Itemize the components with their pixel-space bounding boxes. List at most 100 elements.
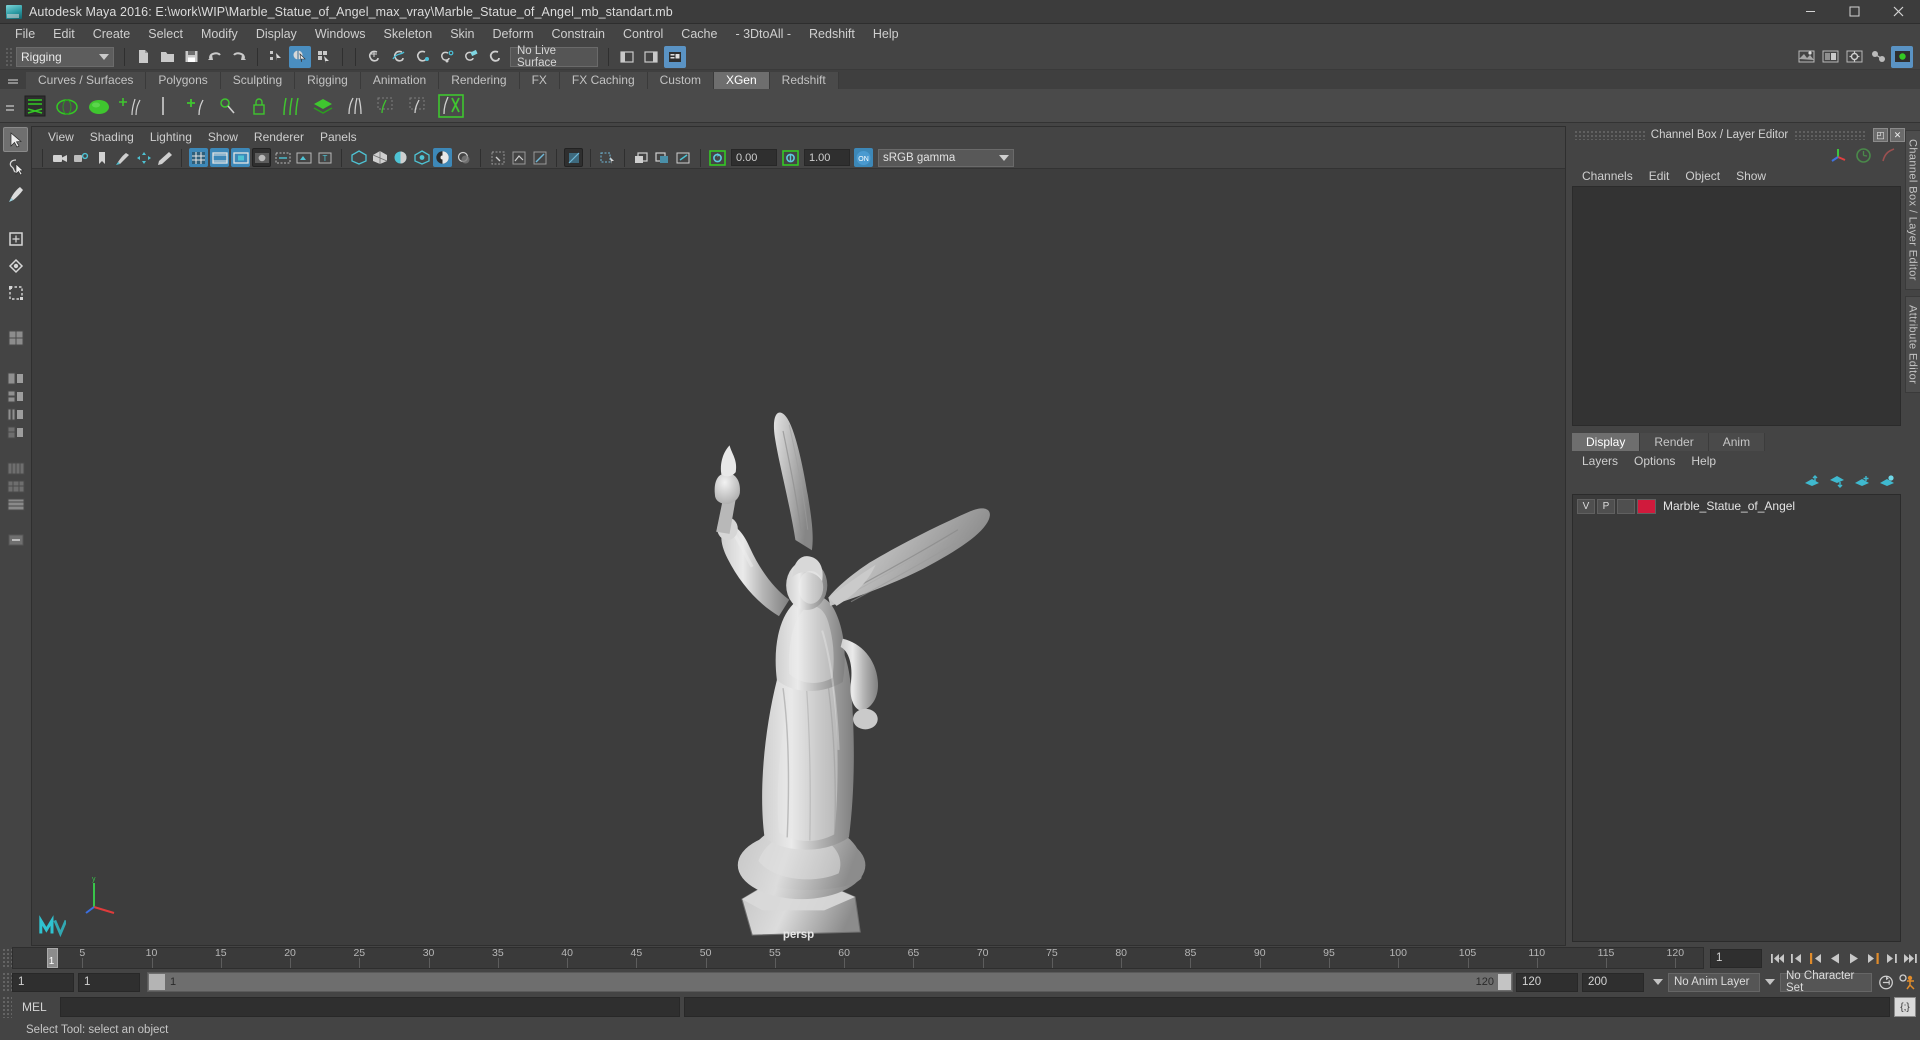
xgen-grooming-icon[interactable] — [276, 91, 306, 121]
grid-toggle-icon[interactable] — [189, 148, 208, 167]
shelf-tab-polygons[interactable]: Polygons — [146, 72, 221, 89]
shelf-tab-sculpting[interactable]: Sculpting — [220, 72, 296, 89]
time-slider-cursor[interactable]: 1 — [46, 948, 58, 968]
menu-item-deform[interactable]: Deform — [484, 24, 543, 44]
menu-item-edit[interactable]: Edit — [44, 24, 84, 44]
render-current-frame-icon[interactable] — [1795, 46, 1817, 68]
color-management-toggle[interactable]: ON — [854, 148, 873, 167]
go-to-start-icon[interactable] — [1769, 948, 1786, 968]
xgen-add-guide-icon[interactable] — [180, 91, 210, 121]
menu-item-skeleton[interactable]: Skeleton — [375, 24, 442, 44]
table-row[interactable]: V P Marble_Statue_of_Angel — [1573, 497, 1900, 515]
toolbox-collapse-button[interactable] — [5, 532, 27, 548]
menuset-selector[interactable]: Rigging — [16, 46, 114, 67]
render-settings-icon[interactable] — [1843, 46, 1865, 68]
play-forwards-icon[interactable] — [1845, 948, 1862, 968]
channel-box-menu-show[interactable]: Show — [1728, 166, 1774, 186]
gamma-field[interactable]: 1.00 — [804, 149, 850, 166]
textured-icon[interactable] — [412, 148, 431, 167]
statusline-grip[interactable] — [4, 45, 13, 68]
command-language-label[interactable]: MEL — [12, 1000, 60, 1014]
gate-mask-icon[interactable] — [252, 148, 271, 167]
time-slider-grip[interactable] — [2, 948, 12, 968]
scale-tool[interactable] — [3, 280, 28, 305]
menu-item-create[interactable]: Create — [84, 24, 140, 44]
layer-type-toggle[interactable] — [1617, 498, 1635, 514]
show-attribute-editor-icon[interactable] — [640, 46, 662, 68]
show-channel-box-icon[interactable] — [664, 45, 686, 68]
time-slider-track[interactable]: 1 5 10 15 20 25 30 35 40 45 50 55 60 65 70 75 80 85 90 95 1… — [12, 947, 1704, 969]
viewport-menu-shading[interactable]: Shading — [82, 127, 142, 147]
viewport-menu-lighting[interactable]: Lighting — [142, 127, 200, 147]
motion-blur-icon[interactable] — [509, 148, 528, 167]
image-plane-icon[interactable] — [113, 148, 132, 167]
xgen-green-sphere-icon[interactable] — [84, 91, 114, 121]
hypergraph-persp-layout[interactable] — [5, 478, 27, 494]
move-axis-icon[interactable] — [1830, 147, 1847, 164]
screen-space-ao-icon[interactable] — [488, 148, 507, 167]
live-surface-field[interactable]: No Live Surface — [510, 45, 598, 69]
snap-to-curve-icon[interactable] — [387, 46, 409, 68]
channel-box-menu-channels[interactable]: Channels — [1574, 166, 1641, 186]
undock-panel-button[interactable]: ◰ — [1873, 128, 1889, 142]
select-camera-icon[interactable] — [50, 148, 69, 167]
shelf-tab-fx[interactable]: FX — [519, 72, 560, 89]
viewport-menu-panels[interactable]: Panels — [312, 127, 365, 147]
menu-item-3dtoall[interactable]: - 3DtoAll - — [726, 24, 800, 44]
move-layer-down-icon[interactable] — [1829, 475, 1845, 488]
xgen-sphere-icon[interactable] — [52, 91, 82, 121]
lights-icon[interactable] — [433, 148, 452, 167]
ipr-render-icon[interactable] — [1819, 46, 1841, 68]
range-bar[interactable]: 1 120 — [147, 972, 1513, 992]
show-hide-editor-icon[interactable] — [616, 46, 638, 68]
layer-menu-options[interactable]: Options — [1626, 451, 1683, 471]
snap-to-projected-icon[interactable] — [435, 46, 457, 68]
open-render-view-icon[interactable] — [1891, 45, 1913, 68]
xgen-separator-icon[interactable] — [148, 91, 178, 121]
viewport-menu-show[interactable]: Show — [200, 127, 246, 147]
auto-keyframe-icon[interactable] — [1878, 972, 1895, 992]
script-editor-icon[interactable]: {;} — [1894, 997, 1916, 1017]
menu-item-file[interactable]: File — [6, 24, 44, 44]
gamma-reset-icon[interactable] — [781, 148, 800, 167]
rotate-tool[interactable] — [3, 253, 28, 278]
xgen-sculpt-guide-icon[interactable] — [212, 91, 242, 121]
current-frame-field[interactable]: 1 — [1710, 948, 1762, 968]
camera-attributes-icon[interactable] — [71, 148, 90, 167]
channel-box-menu-object[interactable]: Object — [1677, 166, 1728, 186]
shelf-tab-rendering[interactable]: Rendering — [439, 72, 520, 89]
play-backwards-icon[interactable] — [1826, 948, 1843, 968]
xgen-editor-icon[interactable] — [20, 91, 50, 121]
range-handle-right[interactable] — [1498, 974, 1511, 990]
vertical-tab-channel-box[interactable]: Channel Box / Layer Editor — [1904, 130, 1920, 290]
shelf-tab-rigging[interactable]: Rigging — [295, 72, 361, 89]
xgen-clump-icon[interactable] — [340, 91, 370, 121]
shelf-grip[interactable] — [8, 73, 20, 87]
select-tool[interactable] — [3, 127, 28, 152]
menu-item-modify[interactable]: Modify — [192, 24, 247, 44]
persp-graph-layout[interactable] — [5, 496, 27, 512]
two-pane-stacked-layout[interactable] — [5, 388, 27, 404]
layer-tab-anim[interactable]: Anim — [1708, 433, 1766, 451]
xgen-collection-icon[interactable] — [308, 91, 338, 121]
menu-item-constrain[interactable]: Constrain — [543, 24, 615, 44]
channel-box-menu-edit[interactable]: Edit — [1641, 166, 1678, 186]
layer-visibility-toggle[interactable]: V — [1577, 498, 1595, 514]
redo-icon[interactable] — [228, 46, 250, 68]
layer-menu-help[interactable]: Help — [1683, 451, 1724, 471]
film-origin-icon[interactable] — [273, 148, 292, 167]
snap-to-point-icon[interactable] — [411, 46, 433, 68]
snap-to-grid-icon[interactable] — [363, 46, 385, 68]
save-scene-icon[interactable] — [180, 46, 202, 68]
channel-box-attribute-list[interactable] — [1572, 186, 1901, 426]
command-output[interactable] — [684, 997, 1890, 1017]
exposure-field[interactable]: 0.00 — [731, 149, 777, 166]
step-forward-key-icon[interactable] — [1883, 948, 1900, 968]
viewport-snapshot-icon[interactable] — [674, 148, 693, 167]
character-set-field[interactable]: No Character Set — [1780, 970, 1872, 994]
xgen-export-icon[interactable] — [436, 91, 466, 121]
range-handle-left[interactable] — [149, 974, 165, 990]
layer-playback-toggle[interactable]: P — [1597, 498, 1615, 514]
resolution-gate-icon[interactable] — [231, 148, 250, 167]
command-line-grip[interactable] — [2, 996, 12, 1018]
